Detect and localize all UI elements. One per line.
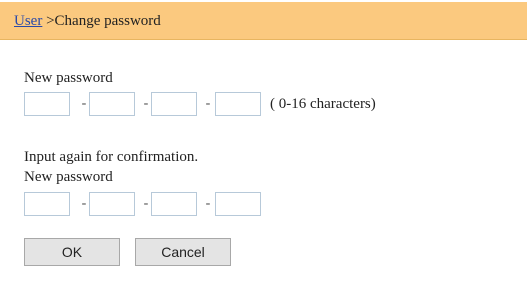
confirm-password-field-3[interactable] [151, 192, 197, 216]
new-password-field-2[interactable] [89, 92, 135, 116]
ok-button[interactable]: OK [24, 238, 120, 266]
cancel-button[interactable]: Cancel [135, 238, 231, 266]
breadcrumb: User >Change password [14, 12, 161, 30]
new-password-field-4[interactable] [215, 92, 261, 116]
field-separator: - [81, 96, 87, 111]
page-title: Change password [54, 13, 161, 29]
confirm-instruction: Input again for confirmation. [24, 149, 199, 165]
length-hint: ( 0-16 characters) [270, 96, 376, 112]
breadcrumb-user-link[interactable]: User [14, 13, 42, 29]
breadcrumb-separator: > [42, 13, 55, 29]
confirm-password-row: - - - [24, 192, 274, 216]
new-password-field-3[interactable] [151, 92, 197, 116]
confirm-password-field-1[interactable] [24, 192, 70, 216]
field-separator: - [81, 196, 87, 211]
new-password-label: New password [24, 70, 113, 86]
field-separator: - [205, 196, 211, 211]
field-separator: - [143, 96, 149, 111]
field-separator: - [205, 96, 211, 111]
new-password-field-1[interactable] [24, 92, 70, 116]
confirm-password-field-2[interactable] [89, 192, 135, 216]
new-password-row: - - - ( 0-16 characters) [24, 92, 444, 116]
field-separator: - [143, 196, 149, 211]
confirm-password-field-4[interactable] [215, 192, 261, 216]
title-bar: User >Change password [0, 2, 527, 40]
confirm-password-label: New password [24, 169, 113, 185]
